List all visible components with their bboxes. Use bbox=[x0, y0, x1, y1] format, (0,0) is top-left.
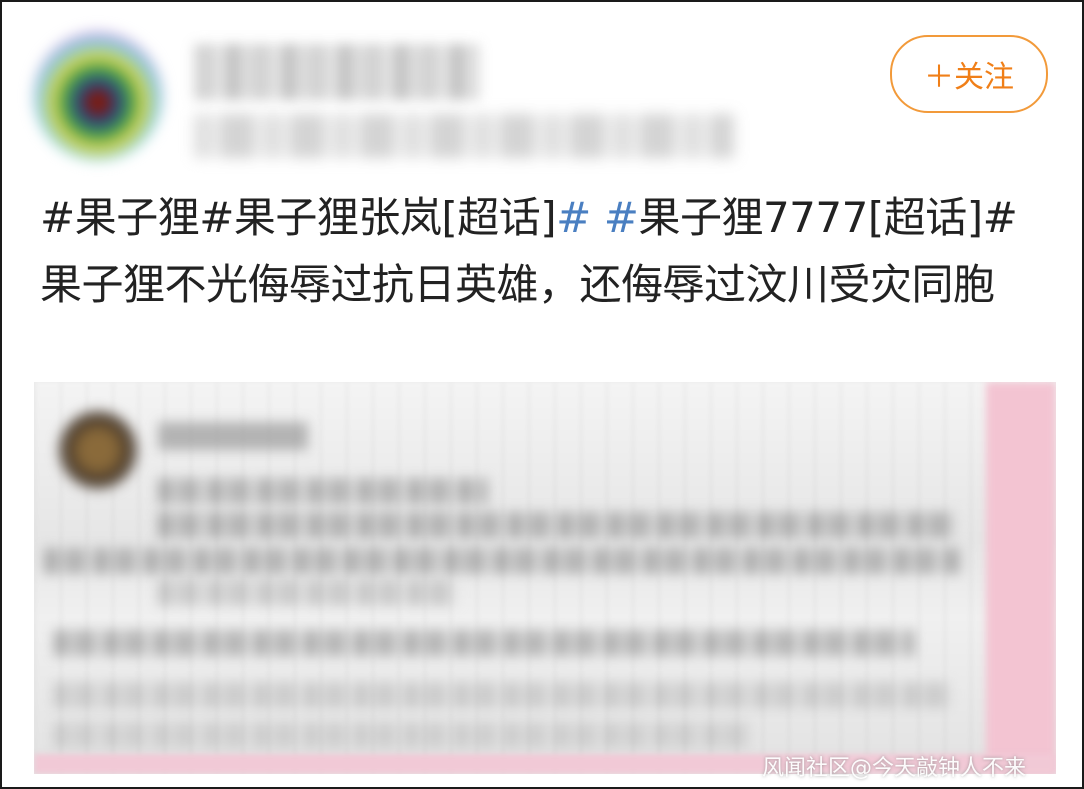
topic-link-3[interactable]: 果子狸7777[超话]# bbox=[638, 193, 1017, 242]
embedded-text-line bbox=[44, 548, 964, 574]
follow-label: ＋关注 bbox=[924, 60, 1014, 95]
follow-button[interactable]: ＋关注 bbox=[890, 35, 1048, 113]
watermark-text: 风闻社区@今天敲钟人不来 bbox=[762, 756, 1027, 781]
embedded-username bbox=[158, 422, 308, 450]
weibo-post-card: ＋关注 #果子狸#果子狸张岚[超话]# #果子狸7777[超话]# 果子狸不光侮… bbox=[0, 0, 1084, 789]
topic-link-2[interactable]: 果子狸张岚[超话] bbox=[234, 193, 557, 242]
embedded-text-line bbox=[54, 722, 754, 748]
hash-mark-a[interactable]: # bbox=[556, 193, 591, 242]
topic-link-1[interactable]: #果子狸# bbox=[40, 193, 234, 242]
hash-mark-b[interactable]: # bbox=[604, 193, 639, 242]
post-text: #果子狸#果子狸张岚[超话]# #果子狸7777[超话]# 果子狸不光侮辱过抗日… bbox=[40, 184, 1050, 318]
embedded-text-line bbox=[54, 630, 914, 656]
embedded-text-line bbox=[54, 682, 954, 708]
embedded-pink-strip bbox=[986, 382, 1056, 774]
embedded-avatar bbox=[58, 410, 138, 490]
embedded-text-line bbox=[158, 478, 488, 504]
post-meta-blurred bbox=[194, 114, 734, 158]
embedded-screenshot-blurred[interactable] bbox=[34, 382, 1056, 774]
embedded-text-line bbox=[158, 512, 958, 538]
username-blurred[interactable] bbox=[194, 44, 479, 100]
embedded-text-line bbox=[158, 580, 458, 606]
user-avatar[interactable] bbox=[34, 32, 162, 160]
post-body-text: 果子狸不光侮辱过抗日英雄，还侮辱过汶川受灾同胞 bbox=[40, 260, 995, 309]
